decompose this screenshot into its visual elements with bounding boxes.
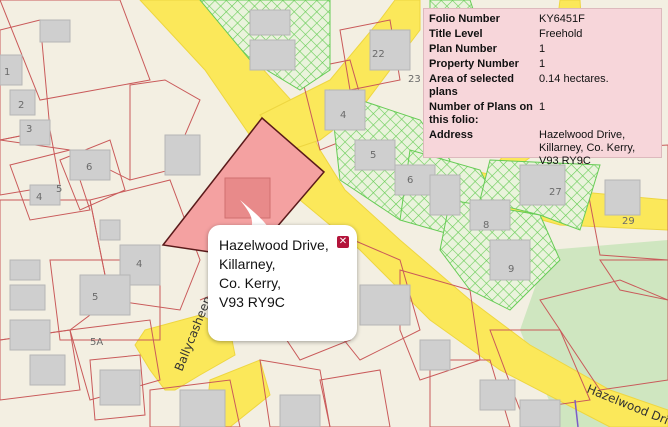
info-row-number-of-plans: Number of Plans on this folio: 1 <box>429 101 657 129</box>
popup-address-line: Hazelwood Drive, <box>219 237 329 253</box>
house-number: 22 <box>372 49 385 60</box>
info-label: Folio Number <box>429 13 500 25</box>
folio-info-panel: Folio Number KY6451F Title Level Freehol… <box>423 8 662 167</box>
info-value: 1 <box>539 43 546 55</box>
info-row-plan-number: Plan Number 1 <box>429 43 657 58</box>
info-row-title-level: Title Level Freehold <box>429 28 657 43</box>
info-row-property-number: Property Number 1 <box>429 58 657 73</box>
house-number: 5 <box>56 184 62 195</box>
folio-info-table: Folio Number KY6451F Title Level Freehol… <box>429 13 657 170</box>
info-label: Address <box>429 129 474 141</box>
info-label: Number of Plans on this folio: <box>429 101 533 126</box>
house-number: 1 <box>4 67 10 78</box>
house-number: 6 <box>86 162 92 173</box>
info-label: Property Number <box>429 58 519 70</box>
info-label: Area of selected plans <box>429 73 514 98</box>
info-value: KY6451F <box>539 13 585 25</box>
house-number: 23 <box>408 74 421 85</box>
popup-address-line: V93 RY9C <box>219 294 285 310</box>
house-number: 4 <box>136 259 142 270</box>
info-value: Freehold <box>539 28 583 40</box>
house-number: 3 <box>26 124 32 135</box>
house-number: 9 <box>508 264 514 275</box>
info-row-area: Area of selected plans 0.14 hectares. <box>429 73 657 101</box>
house-number: 6 <box>407 175 413 186</box>
house-number: 5 <box>370 150 376 161</box>
address-popup: ✕ Hazelwood Drive, Killarney, Co. Kerry,… <box>208 225 357 341</box>
info-value: 1 <box>539 101 546 113</box>
info-label: Title Level <box>429 28 483 40</box>
info-value: 1 <box>539 58 546 70</box>
popup-address-line: Killarney, <box>219 256 276 272</box>
house-number: 29 <box>622 216 635 227</box>
house-number: 5 <box>92 292 98 303</box>
house-number: 27 <box>549 187 562 198</box>
info-row-folio-number: Folio Number KY6451F <box>429 13 657 28</box>
house-number: 8 <box>483 220 489 231</box>
house-number: 4 <box>36 192 42 203</box>
info-value: 0.14 hectares. <box>539 73 609 85</box>
close-icon[interactable]: ✕ <box>337 236 349 248</box>
house-number: 4 <box>340 110 346 121</box>
info-label: Plan Number <box>429 43 497 55</box>
info-row-address: Address Hazelwood Drive, Killarney, Co. … <box>429 129 657 170</box>
house-number: 2 <box>18 100 24 111</box>
house-number: 5A <box>90 337 103 348</box>
info-value: Hazelwood Drive, Killarney, Co. Kerry, V… <box>539 129 636 167</box>
popup-address-line: Co. Kerry, <box>219 275 281 291</box>
